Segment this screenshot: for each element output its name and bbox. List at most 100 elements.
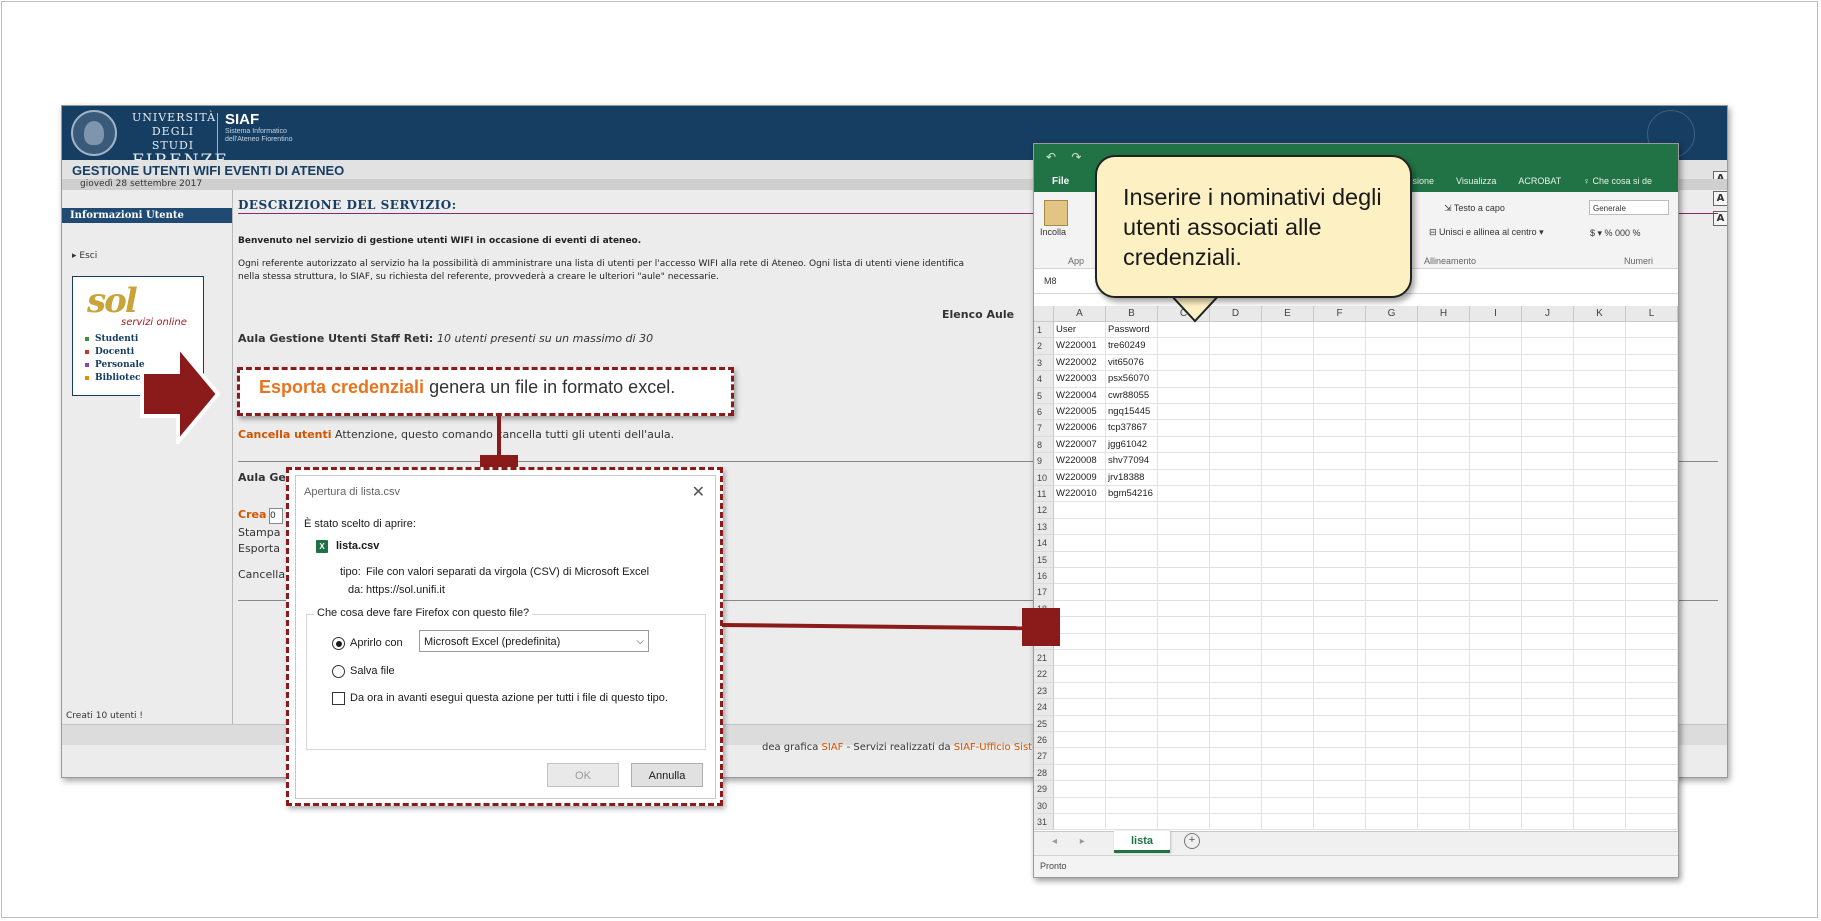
cell-j7[interactable]	[1522, 420, 1574, 437]
cell-j26[interactable]	[1522, 732, 1574, 749]
cell-l27[interactable]	[1626, 748, 1678, 765]
cell-f20[interactable]	[1314, 633, 1366, 650]
cell-k2[interactable]	[1574, 338, 1626, 355]
cell-i9[interactable]	[1470, 453, 1522, 470]
row-header[interactable]: 21	[1034, 650, 1054, 667]
cell-d23[interactable]	[1210, 682, 1262, 700]
cell-g17[interactable]	[1366, 584, 1418, 601]
file-tab[interactable]: File	[1052, 176, 1069, 187]
cell-j8[interactable]	[1522, 436, 1574, 454]
cell-e10[interactable]	[1262, 469, 1314, 486]
cell-f25[interactable]	[1314, 715, 1366, 732]
cell-k16[interactable]	[1574, 568, 1626, 585]
sheet-tab-lista[interactable]: lista	[1114, 831, 1170, 853]
column-header-i[interactable]: I	[1470, 306, 1522, 322]
cell-f22[interactable]	[1314, 666, 1366, 683]
cell-a26[interactable]	[1054, 732, 1106, 749]
cell-j21[interactable]	[1522, 650, 1574, 667]
cell-b10[interactable]: jrv18388	[1106, 469, 1158, 486]
cell-l1[interactable]	[1626, 322, 1678, 339]
cell-i27[interactable]	[1470, 748, 1522, 765]
cell-d12[interactable]	[1210, 502, 1262, 519]
cell-j25[interactable]	[1522, 715, 1574, 732]
cell-h4[interactable]	[1418, 371, 1470, 388]
cell-b1[interactable]: Password	[1106, 322, 1158, 339]
cell-c19[interactable]	[1158, 617, 1210, 634]
cell-f14[interactable]	[1314, 535, 1366, 552]
select-all-corner[interactable]	[1034, 306, 1054, 322]
cell-h6[interactable]	[1418, 404, 1470, 421]
cell-k7[interactable]	[1574, 420, 1626, 437]
cell-e30[interactable]	[1262, 797, 1314, 814]
cell-h25[interactable]	[1418, 715, 1470, 732]
cell-b5[interactable]: cwr88055	[1106, 387, 1158, 404]
cell-l3[interactable]	[1626, 354, 1678, 372]
row-header[interactable]: 1	[1034, 322, 1054, 339]
cell-f16[interactable]	[1314, 568, 1366, 585]
cell-l2[interactable]	[1626, 338, 1678, 355]
cell-i16[interactable]	[1470, 568, 1522, 585]
cell-d28[interactable]	[1210, 764, 1262, 782]
save-file-radio[interactable]	[332, 665, 345, 678]
cell-l18[interactable]	[1626, 600, 1678, 618]
cell-c30[interactable]	[1158, 797, 1210, 814]
cell-l21[interactable]	[1626, 650, 1678, 667]
cell-d9[interactable]	[1210, 453, 1262, 470]
cell-a23[interactable]	[1054, 682, 1106, 700]
row-header[interactable]: 5	[1034, 387, 1054, 404]
cell-h7[interactable]	[1418, 420, 1470, 437]
cell-j6[interactable]	[1522, 404, 1574, 421]
cell-h16[interactable]	[1418, 568, 1470, 585]
cell-l17[interactable]	[1626, 584, 1678, 601]
cell-b14[interactable]	[1106, 535, 1158, 552]
cell-a16[interactable]	[1054, 568, 1106, 585]
cell-a12[interactable]	[1054, 502, 1106, 519]
tab-acrobat[interactable]: ACROBAT	[1518, 176, 1561, 186]
cell-e21[interactable]	[1262, 650, 1314, 667]
cell-e29[interactable]	[1262, 781, 1314, 798]
cell-e23[interactable]	[1262, 682, 1314, 700]
cell-a14[interactable]	[1054, 535, 1106, 552]
row-header[interactable]: 2	[1034, 338, 1054, 355]
cell-j5[interactable]	[1522, 387, 1574, 404]
cell-c10[interactable]	[1158, 469, 1210, 486]
cell-i17[interactable]	[1470, 584, 1522, 601]
cell-f27[interactable]	[1314, 748, 1366, 765]
cell-l8[interactable]	[1626, 436, 1678, 454]
cell-f8[interactable]	[1314, 436, 1366, 454]
cell-e19[interactable]	[1262, 617, 1314, 634]
cell-h19[interactable]	[1418, 617, 1470, 634]
cell-f28[interactable]	[1314, 764, 1366, 782]
cell-j27[interactable]	[1522, 748, 1574, 765]
cell-g28[interactable]	[1366, 764, 1418, 782]
cell-j23[interactable]	[1522, 682, 1574, 700]
cell-l30[interactable]	[1626, 797, 1678, 814]
cell-j20[interactable]	[1522, 633, 1574, 650]
cell-e18[interactable]	[1262, 600, 1314, 618]
cell-k26[interactable]	[1574, 732, 1626, 749]
cell-g9[interactable]	[1366, 453, 1418, 470]
cell-d8[interactable]	[1210, 436, 1262, 454]
cell-h28[interactable]	[1418, 764, 1470, 782]
cell-b4[interactable]: psx56070	[1106, 371, 1158, 388]
row-header[interactable]: 6	[1034, 404, 1054, 421]
cell-b16[interactable]	[1106, 568, 1158, 585]
cell-j10[interactable]	[1522, 469, 1574, 486]
cell-l26[interactable]	[1626, 732, 1678, 749]
cell-g24[interactable]	[1366, 699, 1418, 716]
export-link[interactable]: Esporta	[238, 542, 280, 555]
cell-k20[interactable]	[1574, 633, 1626, 650]
cell-c4[interactable]	[1158, 371, 1210, 388]
cell-i4[interactable]	[1470, 371, 1522, 388]
cell-h8[interactable]	[1418, 436, 1470, 454]
cell-k24[interactable]	[1574, 699, 1626, 716]
cell-j17[interactable]	[1522, 584, 1574, 601]
cell-b13[interactable]	[1106, 518, 1158, 536]
cell-c6[interactable]	[1158, 404, 1210, 421]
cell-l31[interactable]	[1626, 814, 1678, 831]
cell-c15[interactable]	[1158, 551, 1210, 568]
row-header[interactable]: 15	[1034, 551, 1054, 568]
cell-g12[interactable]	[1366, 502, 1418, 519]
cell-g15[interactable]	[1366, 551, 1418, 568]
cell-a9[interactable]: W220008	[1054, 453, 1106, 470]
